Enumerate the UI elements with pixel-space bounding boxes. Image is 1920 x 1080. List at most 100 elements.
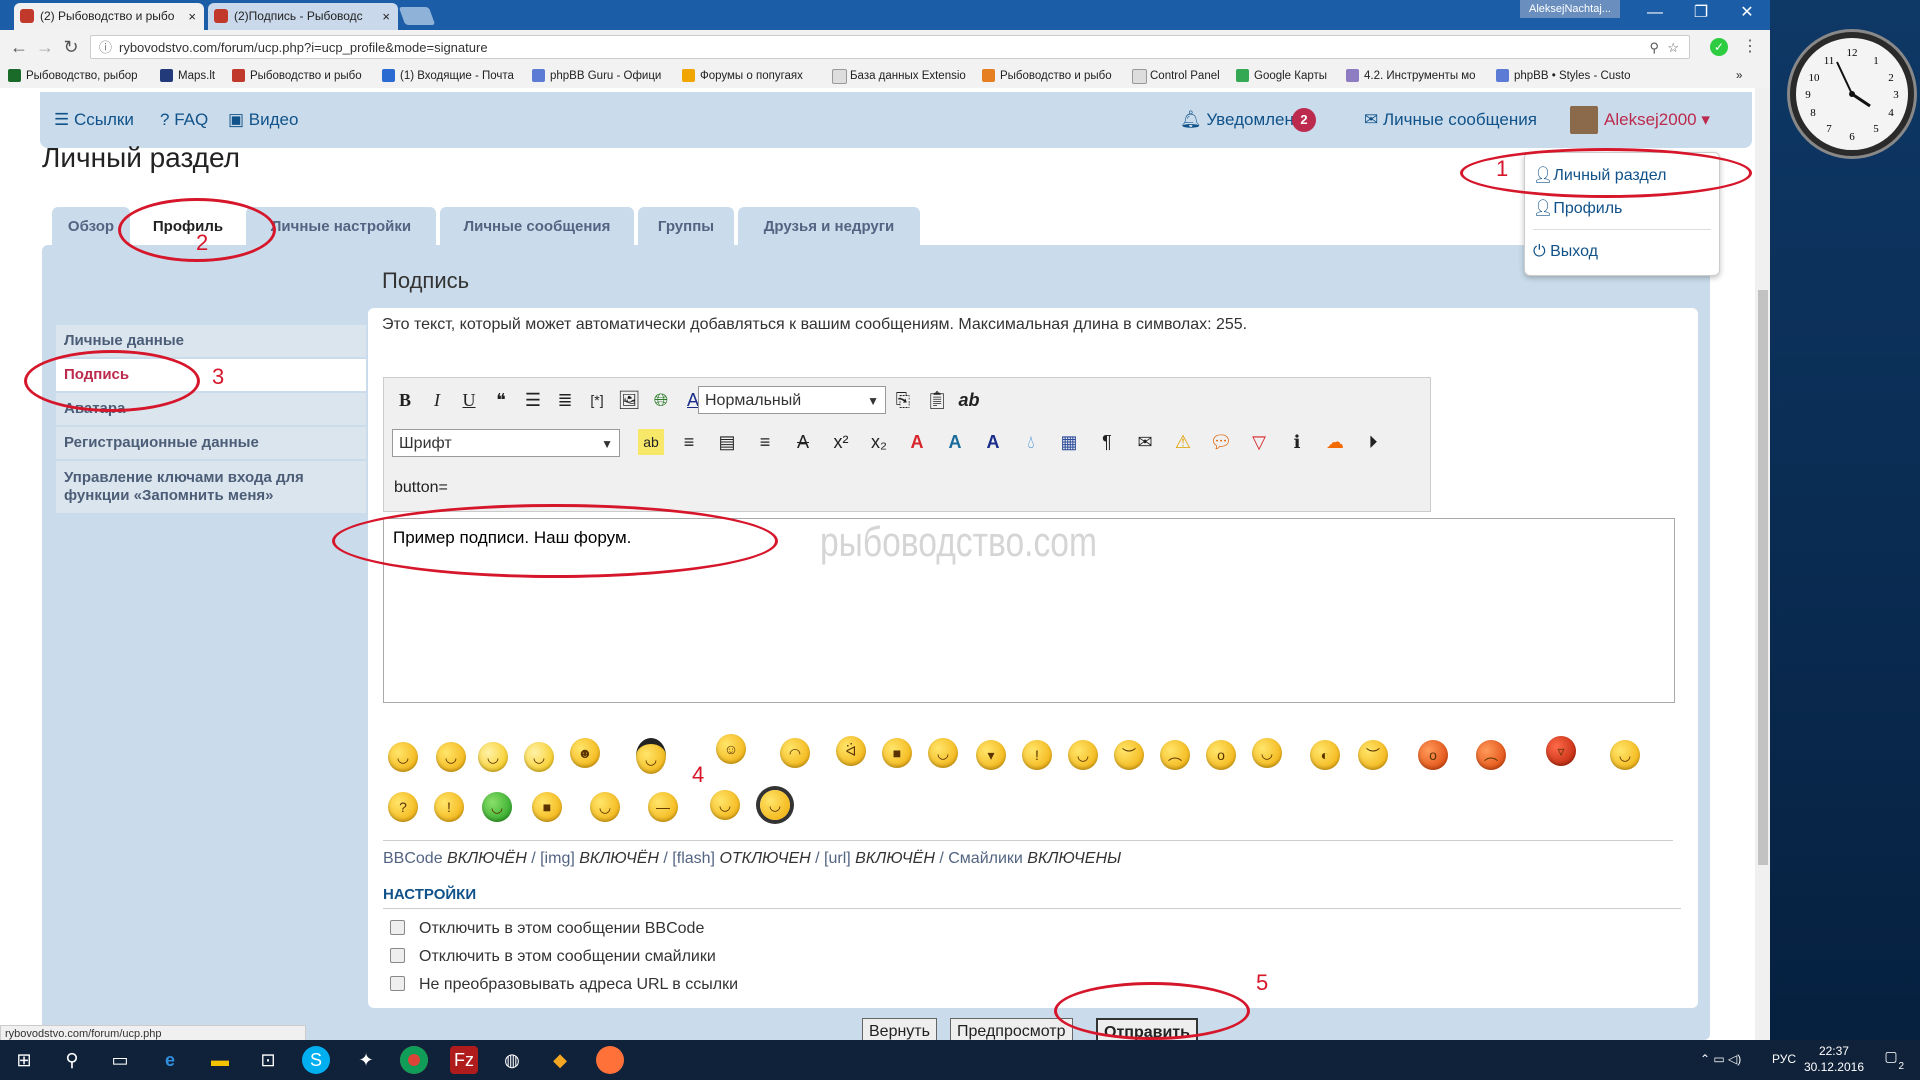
scrollbar-thumb[interactable] bbox=[1758, 290, 1768, 865]
superscript-icon[interactable]: x² bbox=[828, 429, 854, 455]
paste-icon[interactable]: 📋︎ bbox=[924, 387, 950, 413]
option-disable-magic-url[interactable]: Не преобразовывать адреса URL в ссылки bbox=[390, 976, 738, 994]
action-center-icon[interactable]: ▢ 2 bbox=[1880, 1048, 1904, 1072]
browser-tab-active[interactable]: (2)Подпись - Рыбоводс × bbox=[208, 3, 398, 30]
smiley-icon[interactable]: ◡ bbox=[710, 790, 740, 820]
private-messages-nav[interactable]: ✉ Личные сообщения bbox=[1364, 110, 1537, 130]
search-icon[interactable]: ⚲ bbox=[58, 1046, 86, 1074]
browser-tab[interactable]: (2) Рыбоводство и рыбо × bbox=[14, 3, 204, 30]
smilies-link[interactable]: Смайлики bbox=[948, 850, 1023, 867]
tray-clock[interactable]: 22:37 30.12.2016 bbox=[1804, 1043, 1864, 1075]
smiley-icon[interactable]: ☺ bbox=[716, 734, 746, 764]
checkbox[interactable] bbox=[390, 948, 405, 963]
image-icon[interactable]: 🖼︎ bbox=[616, 387, 642, 413]
strikethrough-icon[interactable]: A bbox=[790, 429, 816, 455]
bold-icon[interactable]: B bbox=[392, 387, 418, 413]
bookmark-item[interactable]: Рыбоводство, рыбор bbox=[8, 68, 166, 84]
faq-nav[interactable]: ? FAQ bbox=[160, 110, 208, 130]
smiley-icon[interactable]: ◡ bbox=[928, 738, 958, 768]
avatar[interactable] bbox=[1570, 106, 1598, 134]
preview-button[interactable]: Предпросмотр bbox=[950, 1018, 1073, 1040]
url-input[interactable]: ⓘ rybovodstvo.com/forum/ucp.php?i=ucp_pr… bbox=[90, 35, 1690, 59]
bookmark-item[interactable]: База данных Extensio bbox=[832, 68, 990, 84]
bookmark-item[interactable]: Maps.lt bbox=[160, 68, 238, 84]
play-icon[interactable]: ⏵ bbox=[1360, 429, 1386, 455]
spellcheck-icon[interactable]: ab bbox=[956, 387, 982, 413]
smiley-icon[interactable]: ◡ bbox=[1610, 740, 1640, 770]
sidebar-item-autologin-keys[interactable]: Управление ключами входа для функции «За… bbox=[56, 461, 366, 513]
windows-start-icon[interactable]: ⊞ bbox=[10, 1046, 38, 1074]
smiley-icon[interactable]: ︶ bbox=[1358, 740, 1388, 770]
subscript-icon[interactable]: x₂ bbox=[866, 429, 892, 455]
bookmark-item[interactable]: Google Карты bbox=[1236, 68, 1354, 84]
bookmark-star-icon[interactable]: ☆ bbox=[1667, 36, 1679, 60]
font-size-select[interactable]: Нормальный ▼ bbox=[698, 386, 886, 414]
reset-button[interactable]: Вернуть bbox=[862, 1018, 937, 1040]
bookmarks-overflow-button[interactable]: » bbox=[1736, 68, 1756, 84]
italic-icon[interactable]: I bbox=[424, 387, 450, 413]
extension-check-icon[interactable]: ✓ bbox=[1710, 38, 1728, 56]
font-effect-dark-icon[interactable]: A bbox=[980, 429, 1006, 455]
smiley-icon[interactable]: ◡ bbox=[524, 742, 554, 772]
smiley-icon[interactable]: ◡ bbox=[436, 742, 466, 772]
bullet-list-icon[interactable]: ☰ bbox=[520, 387, 546, 413]
bookmark-item[interactable]: phpBB Guru - Офици bbox=[532, 68, 690, 84]
copy-icon[interactable]: ⎘ bbox=[890, 387, 916, 413]
smiley-icon[interactable]: ◐ bbox=[1310, 740, 1340, 770]
bookmark-item[interactable]: Форумы о попугаях bbox=[682, 68, 840, 84]
tab-close-icon[interactable]: × bbox=[188, 3, 196, 30]
bookmark-item[interactable]: Рыбоводство и рыбо bbox=[982, 68, 1140, 84]
firefox-icon[interactable] bbox=[596, 1046, 624, 1074]
browser-user-profile[interactable]: AleksejNachtaj... bbox=[1520, 0, 1620, 18]
checkbox[interactable] bbox=[390, 920, 405, 935]
smiley-icon[interactable]: ◡ bbox=[388, 742, 418, 772]
bookmark-item[interactable]: phpBB • Styles - Custo bbox=[1496, 68, 1654, 84]
maximize-button[interactable]: ❐ bbox=[1678, 0, 1724, 28]
smiley-icon[interactable]: ■ bbox=[882, 738, 912, 768]
smiley-icon[interactable]: ◡ bbox=[482, 792, 512, 822]
smiley-icon[interactable]: ◡ bbox=[1252, 738, 1282, 768]
highlight-icon[interactable]: ab bbox=[638, 429, 664, 455]
gradient-icon[interactable]: ▦ bbox=[1056, 429, 1082, 455]
back-button[interactable]: ← bbox=[8, 36, 30, 58]
align-right-icon[interactable]: ≡ bbox=[752, 429, 778, 455]
font-effect-blue-icon[interactable]: A bbox=[942, 429, 968, 455]
option-disable-smilies[interactable]: Отключить в этом сообщении смайлики bbox=[390, 948, 716, 966]
bbcode-link[interactable]: BBCode bbox=[383, 850, 443, 867]
bookmark-item[interactable]: Рыбоводство и рыбо bbox=[232, 68, 390, 84]
paragraph-icon[interactable]: ¶ bbox=[1094, 429, 1120, 455]
smiley-icon[interactable]: ◡ bbox=[590, 792, 620, 822]
app-icon[interactable]: ◆ bbox=[546, 1046, 574, 1074]
info-icon[interactable]: ℹ bbox=[1284, 429, 1310, 455]
align-center-icon[interactable]: ≡ bbox=[676, 429, 702, 455]
smiley-icon[interactable]: ■ bbox=[532, 792, 562, 822]
task-view-icon[interactable]: ▭ bbox=[106, 1046, 134, 1074]
mail-icon[interactable]: ✉ bbox=[1132, 429, 1158, 455]
skype-icon[interactable]: S bbox=[302, 1046, 330, 1074]
chrome-icon[interactable] bbox=[400, 1046, 428, 1074]
bookmark-item[interactable]: Control Panel bbox=[1132, 68, 1250, 84]
app-icon[interactable]: ◍ bbox=[498, 1046, 526, 1074]
option-disable-bbcode[interactable]: Отключить в этом сообщении BBCode bbox=[390, 920, 704, 938]
checkbox[interactable] bbox=[390, 976, 405, 991]
list-item-icon[interactable]: [*] bbox=[584, 387, 610, 413]
underline-icon[interactable]: U bbox=[456, 387, 482, 413]
browser-menu-icon[interactable]: ⋮ bbox=[1742, 36, 1758, 56]
zoom-icon[interactable]: ⚲ bbox=[1649, 36, 1659, 60]
info-icon[interactable]: ⓘ bbox=[99, 36, 112, 60]
smiley-icon[interactable]: ? bbox=[388, 792, 418, 822]
smiley-icon[interactable]: o bbox=[1206, 740, 1236, 770]
quote-icon[interactable]: ❝ bbox=[488, 387, 514, 413]
dropdown-item-logout[interactable]: ⏻ Выход bbox=[1533, 243, 1598, 261]
soundcloud-icon[interactable]: ☁ bbox=[1322, 429, 1348, 455]
filezilla-icon[interactable]: Fz bbox=[450, 1046, 478, 1074]
align-justify-icon[interactable]: ▤ bbox=[714, 429, 740, 455]
app-icon[interactable]: ✦ bbox=[352, 1046, 380, 1074]
devil-smiley-icon[interactable]: ▿ bbox=[1546, 736, 1576, 766]
alert-triangle-icon[interactable]: ▽ bbox=[1246, 429, 1272, 455]
link-globe-icon[interactable]: 🌐︎ bbox=[648, 387, 674, 413]
drop-icon[interactable]: 💧︎ bbox=[1018, 429, 1044, 455]
bookmark-item[interactable]: (1) Входящие - Почта bbox=[382, 68, 540, 84]
numbered-list-icon[interactable]: ≣ bbox=[552, 387, 578, 413]
bookmark-item[interactable]: 4.2. Инструменты мо bbox=[1346, 68, 1504, 84]
